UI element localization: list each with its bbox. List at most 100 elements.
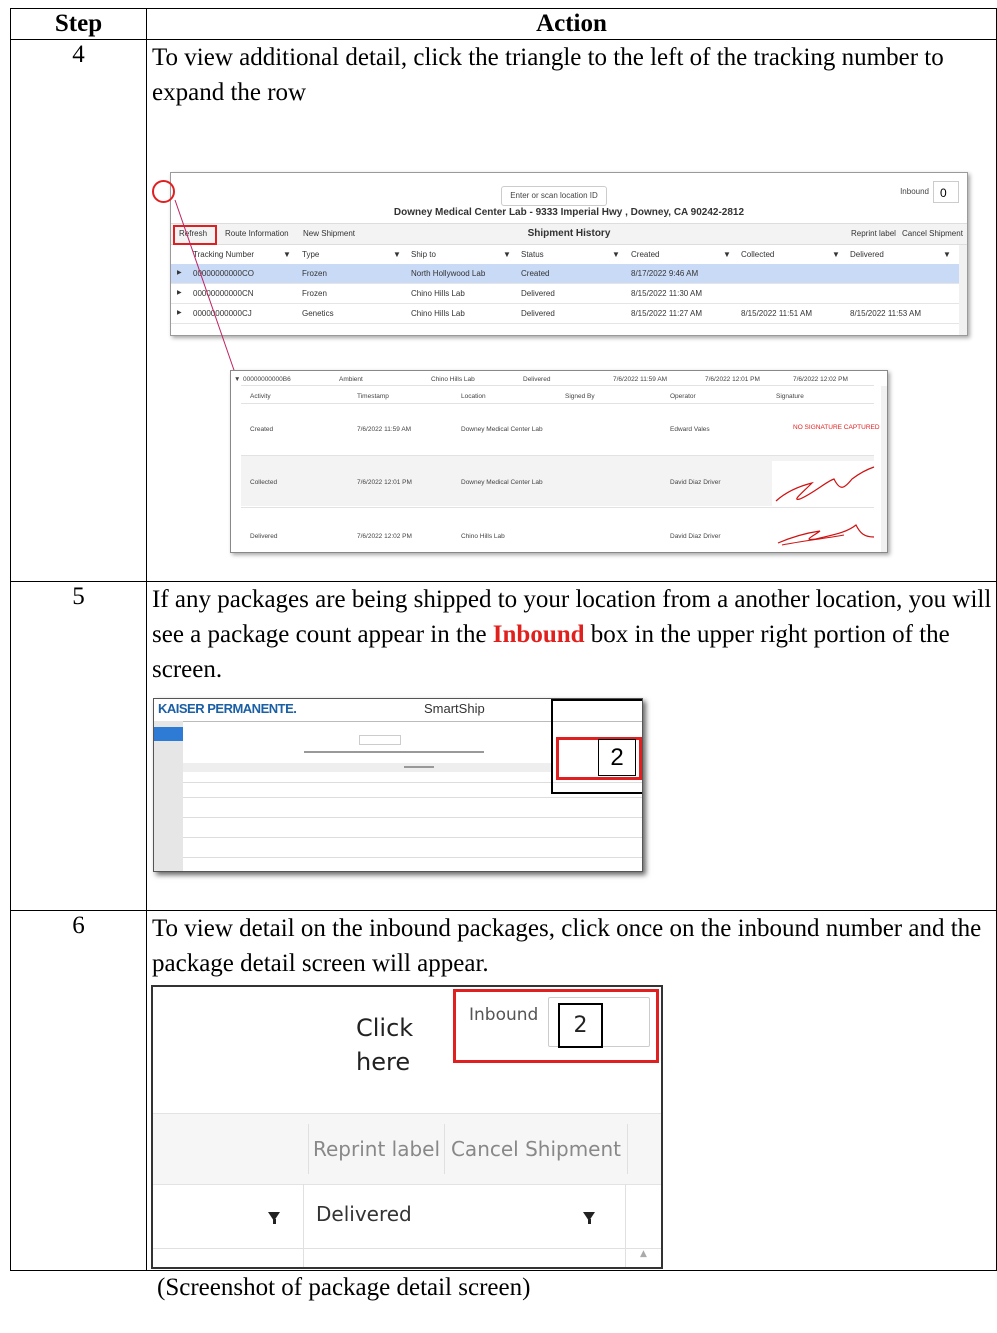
status: Created: [521, 269, 550, 278]
history-title: [404, 766, 434, 768]
table-row[interactable]: ▶ 00000000000CJ Genetics Chino Hills Lab…: [171, 304, 967, 324]
inbound-count[interactable]: 0: [933, 181, 959, 203]
reprint-label-button[interactable]: Reprint label: [308, 1124, 445, 1174]
kaiser-logo: KAISER PERMANENTE.: [158, 701, 297, 716]
type: Frozen: [302, 269, 327, 278]
column-divider: [303, 1184, 304, 1267]
sidebar: [154, 721, 183, 871]
col-activity: Activity: [250, 393, 271, 400]
created: 8/17/2022 9:46 AM: [631, 269, 699, 278]
step-number: 4: [10, 39, 147, 582]
signature-image: [772, 461, 876, 507]
status: Delivered: [521, 309, 555, 318]
inbound-count[interactable]: 2: [558, 1003, 603, 1048]
toolbar: [183, 763, 551, 772]
sidebar-item-active[interactable]: [154, 727, 183, 741]
location: Downey Medical Center Lab: [461, 479, 543, 486]
ship-to: North Hollywood Lab: [411, 269, 486, 278]
type: Genetics: [302, 309, 334, 318]
step-4-text: To view additional detail, click the tri…: [152, 44, 944, 106]
col-signed-by: Signed By: [565, 393, 595, 400]
cancel-shipment-button[interactable]: Cancel Shipment: [445, 1124, 628, 1174]
inbound-highlight-box: [453, 989, 659, 1063]
divider: [241, 385, 874, 386]
steps-table: Step Action 4 To view additional detail,…: [10, 8, 997, 1301]
divider: [183, 857, 642, 858]
step-4-action: To view additional detail, click the tri…: [146, 39, 997, 582]
tracking-number: 00000000000CJ: [193, 309, 252, 318]
filter-icon[interactable]: ▼: [723, 245, 731, 264]
created: 8/15/2022 11:27 AM: [631, 309, 703, 318]
filter-icon[interactable]: ▼: [943, 245, 951, 264]
app-title: SmartShip: [424, 701, 485, 716]
expand-triangle-icon[interactable]: ▶: [177, 264, 182, 283]
divider: [241, 507, 874, 508]
divider: [183, 817, 642, 818]
delivered: 7/6/2022 12:02 PM: [793, 376, 848, 383]
timestamp: 7/6/2022 11:59 AM: [357, 426, 412, 433]
filter-icon[interactable]: [268, 1212, 280, 1224]
operator: David Diaz Driver: [670, 533, 721, 540]
ship-to: Chino Hills Lab: [431, 376, 475, 383]
expand-triangle-icon[interactable]: ▶: [177, 284, 182, 303]
scroll-up-icon[interactable]: ▲: [626, 1249, 661, 1267]
inbound-label: Inbound: [900, 187, 929, 196]
col-tracking[interactable]: Tracking Number: [193, 245, 254, 264]
collapse-triangle-icon[interactable]: ▼: [234, 376, 240, 383]
tracking-number: 00000000000B6: [243, 376, 291, 383]
filter-icon[interactable]: ▼: [283, 245, 291, 264]
collected: 8/15/2022 11:51 AM: [741, 309, 813, 318]
col-type[interactable]: Type: [302, 245, 319, 264]
type: Ambient: [339, 376, 363, 383]
table-header: Delivered: [153, 1184, 661, 1249]
location: Downey Medical Center Lab: [461, 426, 543, 433]
location-id-input[interactable]: Enter or scan location ID: [501, 186, 607, 206]
location-id-input[interactable]: [359, 735, 401, 745]
table-row[interactable]: ▶ 00000000000CO Frozen North Hollywood L…: [171, 264, 967, 284]
col-delivered[interactable]: Delivered: [316, 1202, 412, 1226]
filter-icon[interactable]: ▼: [612, 245, 620, 264]
ship-to: Chino Hills Lab: [411, 289, 465, 298]
inbound-detail-screenshot: Click here Inbound 2 Reprint label Cance…: [151, 985, 663, 1269]
operator: Edward Vales: [670, 426, 710, 433]
divider: [241, 403, 874, 404]
expanded-row-screenshot: ▼ 00000000000B6 Ambient Chino Hills Lab …: [230, 370, 888, 553]
operator: David Diaz Driver: [670, 479, 721, 486]
scrollbar[interactable]: [881, 386, 887, 552]
step-number: 6: [10, 910, 147, 1271]
step-5-action: If any packages are being shipped to you…: [146, 581, 997, 911]
click-here-label: Click here: [356, 1014, 414, 1076]
col-delivered[interactable]: Delivered: [850, 245, 884, 264]
col-ship-to[interactable]: Ship to: [411, 245, 436, 264]
inbound-label: Inbound: [469, 1005, 539, 1025]
no-signature-text: NO SIGNATURE CAPTURED: [793, 424, 880, 431]
inbound-count-screenshot: KAISER PERMANENTE. SmartShip 2: [153, 698, 643, 872]
step-5-text: If any packages are being shipped to you…: [147, 582, 996, 687]
tracking-number: 00000000000CN: [193, 289, 254, 298]
created: 7/6/2022 11:59 AM: [613, 376, 668, 383]
col-status[interactable]: Status: [521, 245, 544, 264]
expand-triangle-icon[interactable]: ▶: [177, 304, 182, 323]
figure-caption: (Screenshot of package detail screen): [157, 1274, 531, 1301]
divider: [183, 837, 642, 838]
filter-icon[interactable]: ▼: [503, 245, 511, 264]
shipment-history-title: Shipment History: [527, 228, 611, 239]
inbound-count[interactable]: 2: [598, 739, 636, 776]
header-step: Step: [10, 8, 147, 40]
col-created[interactable]: Created: [631, 245, 659, 264]
table-row[interactable]: ▶ 00000000000CN Frozen Chino Hills Lab D…: [171, 284, 967, 304]
triangle-highlight-circle: [152, 180, 175, 203]
filter-icon[interactable]: ▼: [393, 245, 401, 264]
reprint-label-button[interactable]: Reprint label: [851, 224, 896, 244]
step-6-action: To view detail on the inbound packages, …: [146, 910, 997, 1301]
col-collected[interactable]: Collected: [741, 245, 774, 264]
activity: Delivered: [250, 533, 278, 540]
col-timestamp: Timestamp: [357, 393, 389, 400]
filter-icon[interactable]: [583, 1212, 595, 1224]
col-operator: Operator: [670, 393, 696, 400]
timestamp: 7/6/2022 12:02 PM: [357, 533, 412, 540]
cancel-shipment-button[interactable]: Cancel Shipment: [902, 224, 963, 244]
col-location: Location: [461, 393, 486, 400]
scrollbar[interactable]: [959, 245, 967, 335]
filter-icon[interactable]: ▼: [832, 245, 840, 264]
